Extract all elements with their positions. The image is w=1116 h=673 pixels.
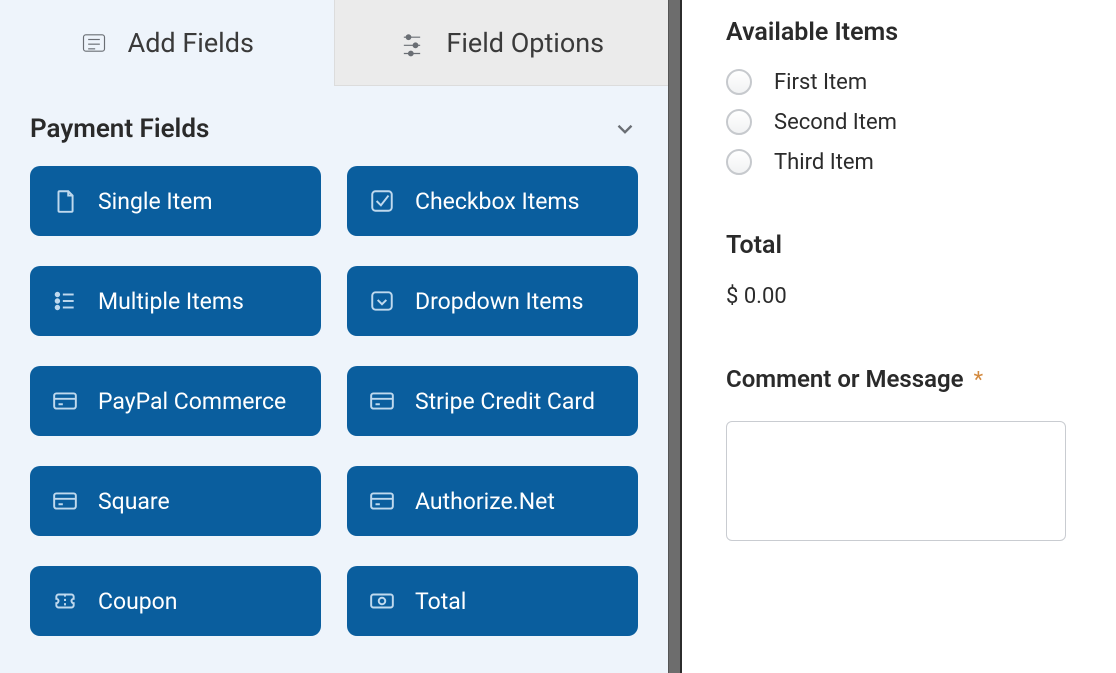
field-label: Single Item — [98, 188, 213, 215]
radio-input[interactable] — [726, 69, 752, 95]
radio-input[interactable] — [726, 149, 752, 175]
tab-field-options[interactable]: Field Options — [334, 0, 669, 86]
sliders-icon — [398, 29, 426, 57]
field-single-item[interactable]: Single Item — [30, 166, 321, 236]
card-icon — [369, 388, 395, 414]
total-value: $ 0.00 — [726, 284, 1098, 309]
sidebar-panel: Add Fields Field Options Payment Fields … — [0, 0, 668, 673]
field-checkbox-items[interactable]: Checkbox Items — [347, 166, 638, 236]
preview-panel: Available Items First Item Second Item Thi… — [682, 0, 1116, 673]
file-icon — [52, 188, 78, 214]
panel-divider[interactable] — [668, 0, 682, 673]
field-authorize-net[interactable]: Authorize.Net — [347, 466, 638, 536]
checkbox-icon — [369, 188, 395, 214]
list-icon — [52, 288, 78, 314]
list-item: Third Item — [726, 149, 1098, 175]
field-paypal-commerce[interactable]: PayPal Commerce — [30, 366, 321, 436]
section-title: Payment Fields — [30, 114, 209, 144]
field-label: Multiple Items — [98, 288, 244, 315]
items-list: First Item Second Item Third Item — [726, 69, 1098, 175]
tab-add-fields[interactable]: Add Fields — [0, 0, 334, 86]
dropdown-icon — [369, 288, 395, 314]
money-icon — [369, 588, 395, 614]
required-mark: * — [974, 368, 983, 393]
tab-label: Field Options — [446, 27, 604, 59]
item-label: Third Item — [774, 150, 874, 175]
total-heading: Total — [726, 231, 1098, 260]
tab-label: Add Fields — [128, 27, 254, 59]
field-label: Coupon — [98, 588, 178, 615]
section-header[interactable]: Payment Fields — [0, 86, 668, 150]
field-label: Dropdown Items — [415, 288, 584, 315]
item-label: First Item — [774, 70, 867, 95]
field-coupon[interactable]: Coupon — [30, 566, 321, 636]
field-total[interactable]: Total — [347, 566, 638, 636]
field-label: Authorize.Net — [415, 488, 555, 515]
field-multiple-items[interactable]: Multiple Items — [30, 266, 321, 336]
ticket-icon — [52, 588, 78, 614]
field-label: PayPal Commerce — [98, 388, 286, 415]
item-label: Second Item — [774, 110, 897, 135]
field-stripe-card[interactable]: Stripe Credit Card — [347, 366, 638, 436]
form-icon — [80, 29, 108, 57]
field-square[interactable]: Square — [30, 466, 321, 536]
field-label: Stripe Credit Card — [415, 388, 595, 415]
list-item: First Item — [726, 69, 1098, 95]
field-label: Square — [98, 488, 170, 515]
field-dropdown-items[interactable]: Dropdown Items — [347, 266, 638, 336]
available-items-heading: Available Items — [726, 18, 1098, 47]
tabs: Add Fields Field Options — [0, 0, 668, 86]
radio-input[interactable] — [726, 109, 752, 135]
comment-label: Comment or Message — [726, 365, 964, 393]
card-icon — [52, 388, 78, 414]
card-icon — [369, 488, 395, 514]
field-label: Checkbox Items — [415, 188, 579, 215]
field-label: Total — [415, 588, 466, 615]
fields-grid: Single Item Checkbox Items Multiple Items D… — [0, 150, 668, 636]
comment-textarea[interactable] — [726, 421, 1066, 541]
card-icon — [52, 488, 78, 514]
chevron-down-icon — [612, 116, 638, 142]
list-item: Second Item — [726, 109, 1098, 135]
